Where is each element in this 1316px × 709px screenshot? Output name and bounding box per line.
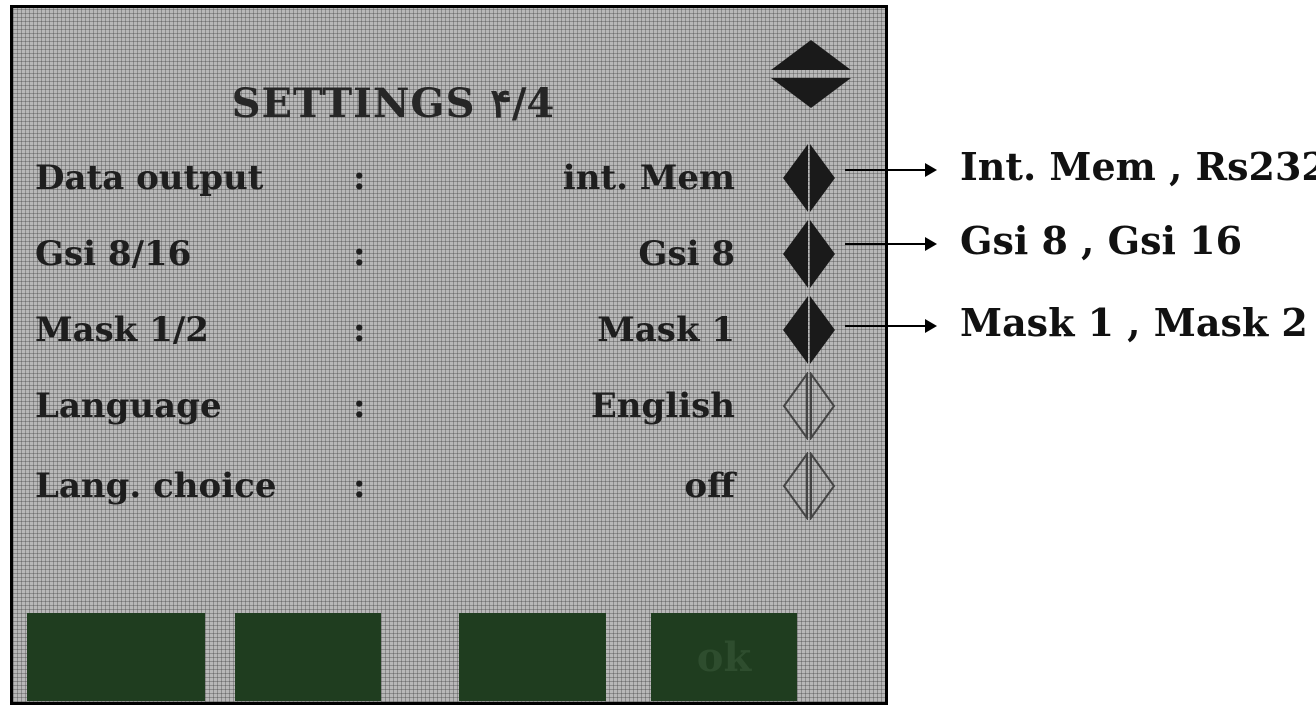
setting-label: Data output [35, 158, 264, 198]
setting-label: Mask 1/2 [35, 310, 209, 350]
setting-value: Gsi 8 [638, 234, 735, 274]
scroll-up-icon [771, 40, 851, 70]
page-title: SETTINGS ۴/4 [231, 80, 555, 127]
left-right-arrow-outline-icon[interactable] [781, 372, 837, 440]
callout-data-output-options: Int. Mem , Rs232 [845, 144, 1316, 190]
setting-value: English [590, 386, 735, 426]
setting-row-language: Language : English [35, 386, 735, 436]
softkey-1-button[interactable] [27, 613, 205, 701]
arrow-right-icon [925, 319, 937, 333]
scroll-down-icon [771, 78, 851, 108]
arrow-right-icon [925, 163, 937, 177]
softkey-3-button[interactable] [459, 613, 606, 701]
setting-colon: : [353, 386, 366, 426]
scroll-up-down-icon[interactable] [771, 40, 851, 110]
callout-mask-options: Mask 1 , Mask 2 [845, 300, 1308, 346]
softkey-2-button[interactable] [235, 613, 381, 701]
setting-row-gsi: Gsi 8/16 : Gsi 8 [35, 234, 735, 284]
setting-colon: : [353, 310, 366, 350]
setting-colon: : [353, 234, 366, 274]
callout-gsi-options: Gsi 8 , Gsi 16 [845, 218, 1305, 264]
left-right-arrow-icon[interactable] [781, 144, 837, 212]
setting-value: int. Mem [562, 158, 735, 198]
callout-line [845, 325, 927, 327]
callout-text: Gsi 8 , Gsi 16 [960, 218, 1243, 263]
callout-text: Mask 1 , Mask 2 [960, 300, 1308, 345]
setting-label: Gsi 8/16 [35, 234, 192, 274]
setting-label: Lang. choice [35, 466, 277, 506]
arrow-right-icon [925, 237, 937, 251]
settings-screen: SETTINGS ۴/4 Data output : int. Mem Gsi … [10, 5, 888, 705]
setting-colon: : [353, 158, 366, 198]
left-right-arrow-icon[interactable] [781, 220, 837, 288]
left-right-arrow-icon[interactable] [781, 296, 837, 364]
setting-row-data-output: Data output : int. Mem [35, 158, 735, 208]
setting-label: Language [35, 386, 222, 426]
ok-button[interactable]: ok [651, 613, 797, 701]
setting-row-lang-choice: Lang. choice : off [35, 466, 735, 516]
callout-line [845, 243, 927, 245]
left-right-arrow-outline-icon[interactable] [781, 452, 837, 520]
callout-line [845, 169, 927, 171]
setting-value: off [684, 466, 735, 506]
setting-colon: : [353, 466, 366, 506]
setting-row-mask: Mask 1/2 : Mask 1 [35, 310, 735, 360]
setting-value: Mask 1 [597, 310, 735, 350]
callout-text: Int. Mem , Rs232 [960, 144, 1316, 189]
